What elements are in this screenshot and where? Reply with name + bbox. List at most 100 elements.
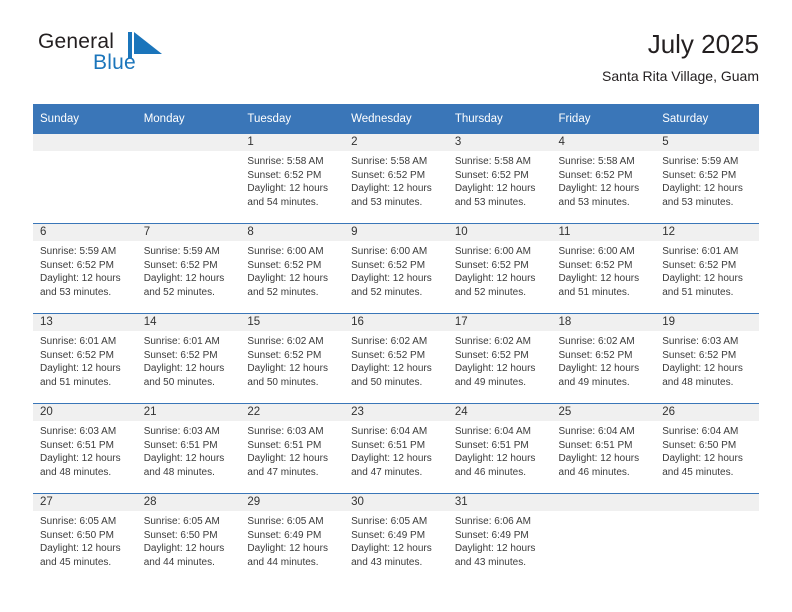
day-details: Sunrise: 6:01 AM Sunset: 6:52 PM Daylight:… — [137, 331, 241, 389]
day-number: 17 — [447, 314, 552, 331]
day-detail-line: Sunset: 6:51 PM — [351, 439, 426, 451]
calendar-day-cell[interactable]: 16 Sunrise: 6:02 AM Sunset: 6:52 PM Dayligh… — [344, 313, 448, 404]
day-cell-inner: 3 Sunrise: 5:58 AM Sunset: 6:52 PM Daylight… — [447, 134, 552, 223]
day-detail-line: and 49 minutes. — [558, 376, 630, 388]
day-detail-line: Sunrise: 6:03 AM — [662, 336, 739, 347]
calendar-day-cell[interactable]: 1 Sunrise: 5:58 AM Sunset: 6:52 PM Daylight… — [240, 133, 345, 224]
day-detail-line: Daylight: 12 hours — [662, 273, 743, 285]
day-cell-inner: 13 Sunrise: 6:01 AM Sunset: 6:52 PM Dayligh… — [33, 314, 137, 403]
day-number: 5 — [655, 134, 759, 151]
day-detail-line: Daylight: 12 hours — [351, 453, 432, 465]
calendar-empty-cell — [551, 493, 656, 583]
calendar-day-cell[interactable]: 20 Sunrise: 6:03 AM Sunset: 6:51 PM Dayligh… — [33, 403, 137, 494]
day-number: 8 — [240, 224, 345, 241]
day-detail-line: Sunrise: 5:58 AM — [351, 156, 428, 167]
day-number: 14 — [136, 314, 241, 331]
day-detail-line: Sunset: 6:52 PM — [662, 259, 737, 271]
day-detail-line: and 49 minutes. — [454, 376, 526, 388]
day-details: Sunrise: 5:58 AM Sunset: 6:52 PM Daylight:… — [552, 151, 656, 209]
calendar-day-cell[interactable]: 15 Sunrise: 6:02 AM Sunset: 6:52 PM Dayligh… — [240, 313, 345, 404]
day-detail-line: Sunset: 6:52 PM — [558, 169, 633, 181]
day-detail-line: and 52 minutes. — [454, 286, 526, 298]
day-detail-line: Daylight: 12 hours — [662, 363, 743, 375]
day-number — [551, 494, 656, 511]
day-number: 27 — [33, 494, 137, 511]
calendar-day-cell[interactable]: 2 Sunrise: 5:58 AM Sunset: 6:52 PM Daylight… — [344, 133, 448, 224]
day-detail-line: Daylight: 12 hours — [351, 183, 432, 195]
day-number: 26 — [655, 404, 759, 421]
day-details: Sunrise: 6:03 AM Sunset: 6:52 PM Daylight:… — [655, 331, 759, 389]
calendar-day-cell[interactable]: 11 Sunrise: 6:00 AM Sunset: 6:52 PM Dayligh… — [551, 223, 656, 314]
day-detail-line: Sunrise: 6:00 AM — [351, 246, 428, 257]
day-details — [655, 511, 759, 515]
calendar-day-cell[interactable]: 12 Sunrise: 6:01 AM Sunset: 6:52 PM Dayligh… — [655, 223, 759, 314]
day-detail-line: and 48 minutes. — [662, 376, 734, 388]
calendar-day-cell[interactable]: 6 Sunrise: 5:59 AM Sunset: 6:52 PM Daylight… — [33, 223, 137, 314]
day-detail-line: Daylight: 12 hours — [247, 453, 329, 465]
calendar-day-cell[interactable]: 18 Sunrise: 6:02 AM Sunset: 6:52 PM Dayligh… — [551, 313, 656, 404]
day-detail-line: Daylight: 12 hours — [247, 183, 329, 195]
calendar-day-cell[interactable]: 3 Sunrise: 5:58 AM Sunset: 6:52 PM Daylight… — [447, 133, 552, 224]
calendar-day-cell[interactable]: 21 Sunrise: 6:03 AM Sunset: 6:51 PM Dayligh… — [136, 403, 241, 494]
day-detail-line: Sunset: 6:50 PM — [662, 439, 737, 451]
day-detail-line: Sunrise: 6:03 AM — [247, 426, 324, 437]
day-cell-inner — [551, 494, 656, 583]
calendar-day-cell[interactable]: 24 Sunrise: 6:04 AM Sunset: 6:51 PM Dayligh… — [447, 403, 552, 494]
brand-logo[interactable]: General Blue — [33, 30, 263, 86]
calendar-week-row: 20 Sunrise: 6:03 AM Sunset: 6:51 PM Dayligh… — [33, 403, 759, 494]
calendar-day-cell[interactable]: 19 Sunrise: 6:03 AM Sunset: 6:52 PM Dayligh… — [655, 313, 759, 404]
day-cell-inner: 1 Sunrise: 5:58 AM Sunset: 6:52 PM Daylight… — [240, 134, 345, 223]
day-detail-line: Sunrise: 5:59 AM — [40, 246, 117, 257]
day-details: Sunrise: 6:02 AM Sunset: 6:52 PM Daylight:… — [344, 331, 448, 389]
day-details: Sunrise: 6:02 AM Sunset: 6:52 PM Daylight:… — [240, 331, 344, 389]
day-number: 25 — [551, 404, 656, 421]
calendar-day-cell[interactable]: 13 Sunrise: 6:01 AM Sunset: 6:52 PM Dayligh… — [33, 313, 137, 404]
day-number: 13 — [33, 314, 137, 331]
day-details: Sunrise: 5:58 AM Sunset: 6:52 PM Daylight:… — [240, 151, 344, 209]
day-cell-inner: 29 Sunrise: 6:05 AM Sunset: 6:49 PM Dayligh… — [240, 494, 345, 583]
day-detail-line: Daylight: 12 hours — [143, 273, 225, 285]
calendar-table: Sunday Monday Tuesday Wednesday Thursday… — [33, 104, 759, 583]
day-detail-line: Daylight: 12 hours — [558, 363, 640, 375]
weekday-header-monday: Monday — [136, 104, 241, 134]
weekday-header-row: Sunday Monday Tuesday Wednesday Thursday… — [33, 104, 759, 134]
day-detail-line: Daylight: 12 hours — [143, 543, 225, 555]
day-details: Sunrise: 6:06 AM Sunset: 6:49 PM Daylight:… — [448, 511, 552, 569]
day-cell-inner — [655, 494, 759, 583]
calendar-day-cell[interactable]: 8 Sunrise: 6:00 AM Sunset: 6:52 PM Daylight… — [240, 223, 345, 314]
day-detail-line: Sunset: 6:52 PM — [351, 349, 426, 361]
calendar-day-cell[interactable]: 22 Sunrise: 6:03 AM Sunset: 6:51 PM Dayligh… — [240, 403, 345, 494]
day-details: Sunrise: 6:03 AM Sunset: 6:51 PM Daylight:… — [240, 421, 344, 479]
calendar-day-cell[interactable]: 25 Sunrise: 6:04 AM Sunset: 6:51 PM Dayligh… — [551, 403, 656, 494]
calendar-day-cell[interactable]: 17 Sunrise: 6:02 AM Sunset: 6:52 PM Dayligh… — [447, 313, 552, 404]
calendar-day-cell[interactable]: 9 Sunrise: 6:00 AM Sunset: 6:52 PM Daylight… — [344, 223, 448, 314]
day-detail-line: and 52 minutes. — [351, 286, 423, 298]
day-detail-line: Daylight: 12 hours — [558, 453, 640, 465]
day-cell-inner: 8 Sunrise: 6:00 AM Sunset: 6:52 PM Daylight… — [240, 224, 345, 313]
calendar-day-cell[interactable]: 31 Sunrise: 6:06 AM Sunset: 6:49 PM Dayligh… — [447, 493, 552, 583]
day-detail-line: Daylight: 12 hours — [351, 543, 432, 555]
calendar-day-cell[interactable]: 27 Sunrise: 6:05 AM Sunset: 6:50 PM Dayligh… — [33, 493, 137, 583]
day-detail-line: Sunrise: 6:05 AM — [143, 516, 220, 527]
calendar-day-cell[interactable]: 10 Sunrise: 6:00 AM Sunset: 6:52 PM Dayligh… — [447, 223, 552, 314]
weekday-header-sunday: Sunday — [33, 104, 137, 134]
calendar-day-cell[interactable]: 30 Sunrise: 6:05 AM Sunset: 6:49 PM Dayligh… — [344, 493, 448, 583]
day-detail-line: Daylight: 12 hours — [662, 183, 743, 195]
calendar-day-cell[interactable]: 28 Sunrise: 6:05 AM Sunset: 6:50 PM Dayligh… — [136, 493, 241, 583]
calendar-day-cell[interactable]: 7 Sunrise: 5:59 AM Sunset: 6:52 PM Daylight… — [136, 223, 241, 314]
day-cell-inner: 31 Sunrise: 6:06 AM Sunset: 6:49 PM Dayligh… — [447, 494, 552, 583]
day-detail-line: Sunrise: 6:06 AM — [454, 516, 531, 527]
calendar-day-cell[interactable]: 29 Sunrise: 6:05 AM Sunset: 6:49 PM Dayligh… — [240, 493, 345, 583]
day-detail-line: Sunset: 6:52 PM — [247, 259, 322, 271]
day-number: 23 — [344, 404, 448, 421]
calendar-day-cell[interactable]: 4 Sunrise: 5:58 AM Sunset: 6:52 PM Daylight… — [551, 133, 656, 224]
calendar-day-cell[interactable]: 26 Sunrise: 6:04 AM Sunset: 6:50 PM Dayligh… — [655, 403, 759, 494]
calendar-day-cell[interactable]: 5 Sunrise: 5:59 AM Sunset: 6:52 PM Daylight… — [655, 133, 759, 224]
day-detail-line: and 51 minutes. — [662, 286, 734, 298]
day-cell-inner: 7 Sunrise: 5:59 AM Sunset: 6:52 PM Daylight… — [136, 224, 241, 313]
day-number: 2 — [344, 134, 448, 151]
calendar-page: General Blue July 2025 Santa Rita Villag… — [0, 0, 792, 612]
calendar-day-cell[interactable]: 23 Sunrise: 6:04 AM Sunset: 6:51 PM Dayligh… — [344, 403, 448, 494]
calendar-day-cell[interactable]: 14 Sunrise: 6:01 AM Sunset: 6:52 PM Dayligh… — [136, 313, 241, 404]
day-detail-line: and 47 minutes. — [351, 466, 423, 478]
